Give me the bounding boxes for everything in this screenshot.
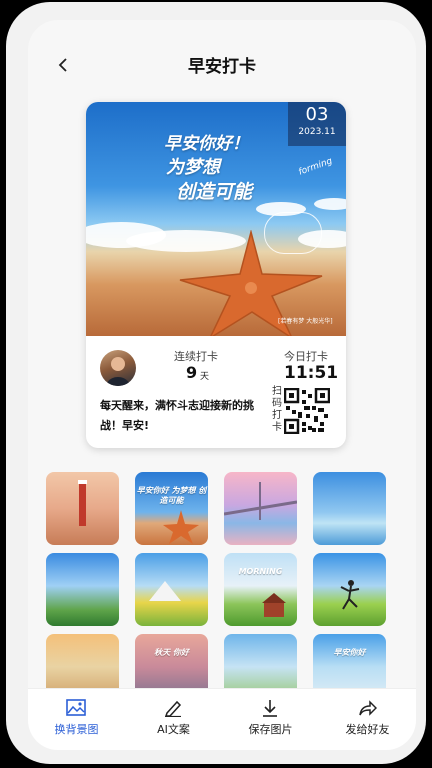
card-background-photo: 03 2023.11 早安你好！ 为梦想 创造可能 forming [若春有梦 … [86,102,346,336]
lighthouse-icon [78,480,87,526]
quote-line-2: 为梦想 [166,157,220,178]
person-icon [106,357,130,386]
cloud [314,198,346,210]
save-image-button[interactable]: 保存图片 [222,689,319,750]
nav-label: AI文案 [157,723,190,736]
checkin-info: 连续打卡 9 天 今日打卡 11:51 每天醒来，满怀斗志迎接新的挑战！早安! … [86,336,346,448]
consecutive-unit: 天 [200,372,210,382]
image-icon [66,699,86,716]
qr-code-icon [284,388,330,434]
house-icon [262,593,286,617]
page-title: 早安打卡 [188,57,256,77]
greeting-message: 每天醒来，满怀斗志迎接新的挑战！早安! [100,399,254,432]
pen-icon [164,700,182,717]
gallery-thumb[interactable] [313,472,386,545]
nav-label: 换背景图 [54,723,99,736]
gallery-thumb[interactable]: 早安你好 为梦想 创造可能 [135,472,208,545]
gallery-thumb[interactable] [135,553,208,626]
nav-label: 保存图片 [248,723,293,736]
quote-line-3: 创造可能 [176,181,253,203]
person-running-icon [340,580,360,610]
header: 早安打卡 [28,20,416,106]
bridge-icon [224,482,297,520]
bottom-toolbar: 换背景图 AI文案 保存图片 发给好友 [28,688,416,750]
quote-text: 早安你好！ 为梦想 创造可能 [164,132,304,204]
gallery-thumb[interactable]: MORNING [224,553,297,626]
send-to-friend-button[interactable]: 发给好友 [319,689,416,750]
phone-device: 早安打卡 03 2023.11 早安你好！ 为梦想 创造可能 forming [… [0,0,432,768]
consecutive-count: 9 [186,363,198,382]
app-screen: 早安打卡 03 2023.11 早安你好！ 为梦想 创造可能 forming [… [28,20,416,750]
tent-icon [149,581,181,601]
consecutive-label: 连续打卡 [174,350,218,363]
photo-caption: [若春有梦 大般光华] [278,318,333,325]
download-icon [263,700,277,717]
quote-line-1: 早安你好！ [164,134,249,154]
change-background-button[interactable]: 换背景图 [28,689,125,750]
gallery-thumb[interactable] [313,553,386,626]
share-icon [359,700,377,716]
user-avatar [100,350,136,386]
ai-copywriting-button[interactable]: AI文案 [125,689,222,750]
phone-frame: 早安打卡 03 2023.11 早安你好！ 为梦想 创造可能 forming [… [6,2,426,764]
nav-label: 发给好友 [345,723,390,736]
gallery-thumb[interactable] [46,472,119,545]
gallery-thumb-text: 早安你好 [333,648,366,657]
checkin-time: 11:51 [284,363,339,383]
gallery-thumb-text: 秋天 你好 [154,648,189,657]
starfish-icon [163,510,199,544]
date-day: 03 [305,104,329,125]
checkin-card: 03 2023.11 早安你好！ 为梦想 创造可能 forming [若春有梦 … [86,102,346,448]
gallery-thumb-text: 早安你好 为梦想 创造可能 [136,486,207,505]
gallery-thumb[interactable] [46,553,119,626]
today-checkin-label: 今日打卡 [284,350,328,363]
gallery-thumb-text: MORNING [238,567,283,576]
gallery-thumb[interactable] [224,472,297,545]
scan-label: 扫码打卡 [272,386,282,433]
